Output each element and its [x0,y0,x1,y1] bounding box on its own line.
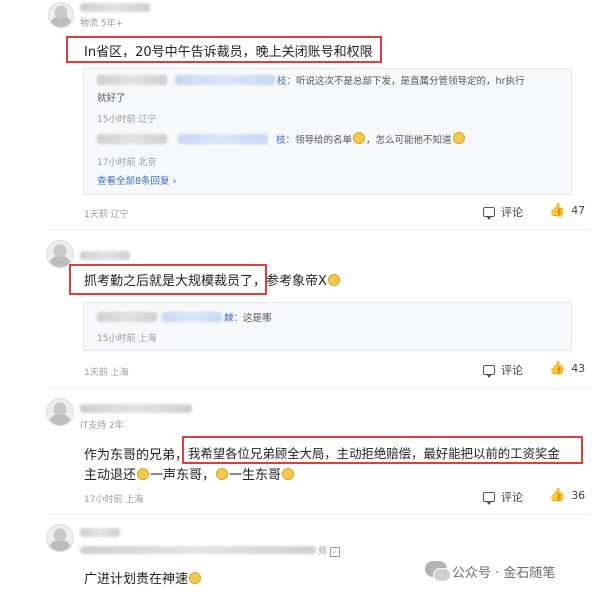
reply-author-redacted[interactable] [97,75,167,85]
emoji-icon [137,468,150,480]
reply-author-redacted[interactable] [97,134,167,144]
like-button[interactable]: 👍 36 [549,489,585,502]
reply-name[interactable]: 枝 [277,76,287,87]
reply-text-line2: 就好了 [97,93,126,104]
emoji-icon [282,468,295,480]
username-redacted[interactable] [80,404,192,413]
wechat-icon [425,561,451,582]
emoji-icon [216,468,229,480]
comment-button[interactable]: 评论 [483,362,523,378]
comment-button[interactable]: 评论 [483,204,523,220]
reply-box [83,302,572,351]
avatar[interactable] [46,398,74,426]
emoji-icon [353,132,366,144]
reply-target-redacted[interactable] [178,134,268,144]
user-meta: IT支持 2年 [80,421,124,431]
reply-text: 枝：领导给的名单 ，怎么可能他不知道 [276,132,466,146]
thumbs-up-icon: 👍 [549,361,566,376]
comment-text-prefix: 作为东哥的兄弟， [84,448,189,463]
watermark: 公众号 · 金石随笔 [452,566,556,581]
username-redacted[interactable] [80,3,150,12]
reply-text: 棘：这是哪 [224,313,272,324]
comment-text: 抓考勤之后就是大规模裁员了，参考象帝X [84,270,341,289]
comment-text: In省区，20号中午告诉裁员，晚上关闭账号和权限 [84,45,373,60]
emoji-icon [189,572,202,584]
divider [48,514,590,515]
comment-icon [483,365,495,378]
reply-target-redacted[interactable] [162,312,222,322]
verified-icon: ✓ [329,547,340,557]
thumbs-up-icon: 👍 [549,488,566,503]
reply-author-redacted[interactable] [97,312,157,322]
comment-text: 广进计划贵在神速 [84,568,202,587]
comment-text-highlight: 我希望各位兄弟顾全大局，主动拒绝赔偿，最好能把以前的工资奖金 [188,446,560,461]
emoji-icon [452,132,465,144]
user-meta-redacted [80,546,316,554]
view-all-replies-link[interactable]: 查看全部8条回复 › [97,173,176,187]
thumbs-up-icon: 👍 [549,203,566,218]
comment-icon [483,492,495,505]
like-button[interactable]: 👍 43 [549,362,585,375]
comment-button[interactable]: 评论 [483,489,523,505]
comment-time: 17小时前 上海 [84,495,144,505]
comment-text-line2: 主动退还 一声东哥， 一生东哥 [84,464,295,483]
divider [48,388,590,389]
reply-target-redacted[interactable] [175,75,275,85]
reply-text: 枝：听说这次不是总部下发，是直属分管领导定的，hr执行 [277,76,525,87]
avatar[interactable] [46,524,74,552]
reply-meta: 17小时前 北京 [97,158,157,168]
avatar[interactable] [48,2,74,28]
reply-meta: 15小时前 上海 [97,334,157,344]
comment-icon [483,207,495,220]
comment-time: 1天前 上海 [84,368,129,378]
user-meta-tail: 师 ✓ [318,544,340,557]
reply-name[interactable]: 棘 [224,313,234,324]
reply-meta: 15小时前 辽宁 [97,115,157,125]
divider [48,229,590,230]
user-meta: 物流 5年+ [80,19,124,29]
chevron-right-icon: › [172,176,177,187]
username-redacted[interactable] [80,528,120,537]
username-redacted[interactable] [80,251,130,260]
emoji-icon [327,274,340,286]
reply-name[interactable]: 枝 [276,135,286,146]
like-button[interactable]: 👍 47 [549,204,585,217]
comment-time: 1天前 辽宁 [84,210,129,220]
